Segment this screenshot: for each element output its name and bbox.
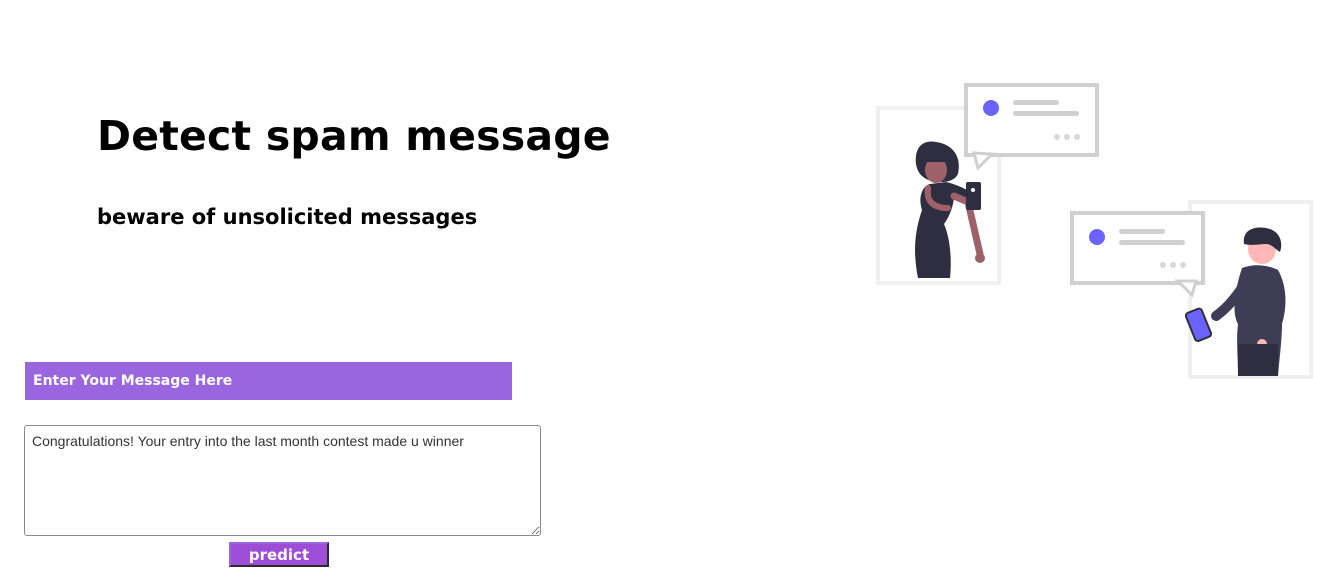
- message-input-label: Enter Your Message Here: [25, 362, 512, 400]
- predict-button[interactable]: predict: [229, 542, 329, 567]
- page-title: Detect spam message: [97, 112, 611, 160]
- right-chat-bubble-icon: [1070, 211, 1205, 298]
- chatting-people-illustration: [876, 83, 1313, 379]
- message-textarea[interactable]: [24, 425, 541, 536]
- left-chat-bubble-icon: [964, 83, 1099, 171]
- page-subtitle: beware of unsolicited messages: [97, 205, 478, 229]
